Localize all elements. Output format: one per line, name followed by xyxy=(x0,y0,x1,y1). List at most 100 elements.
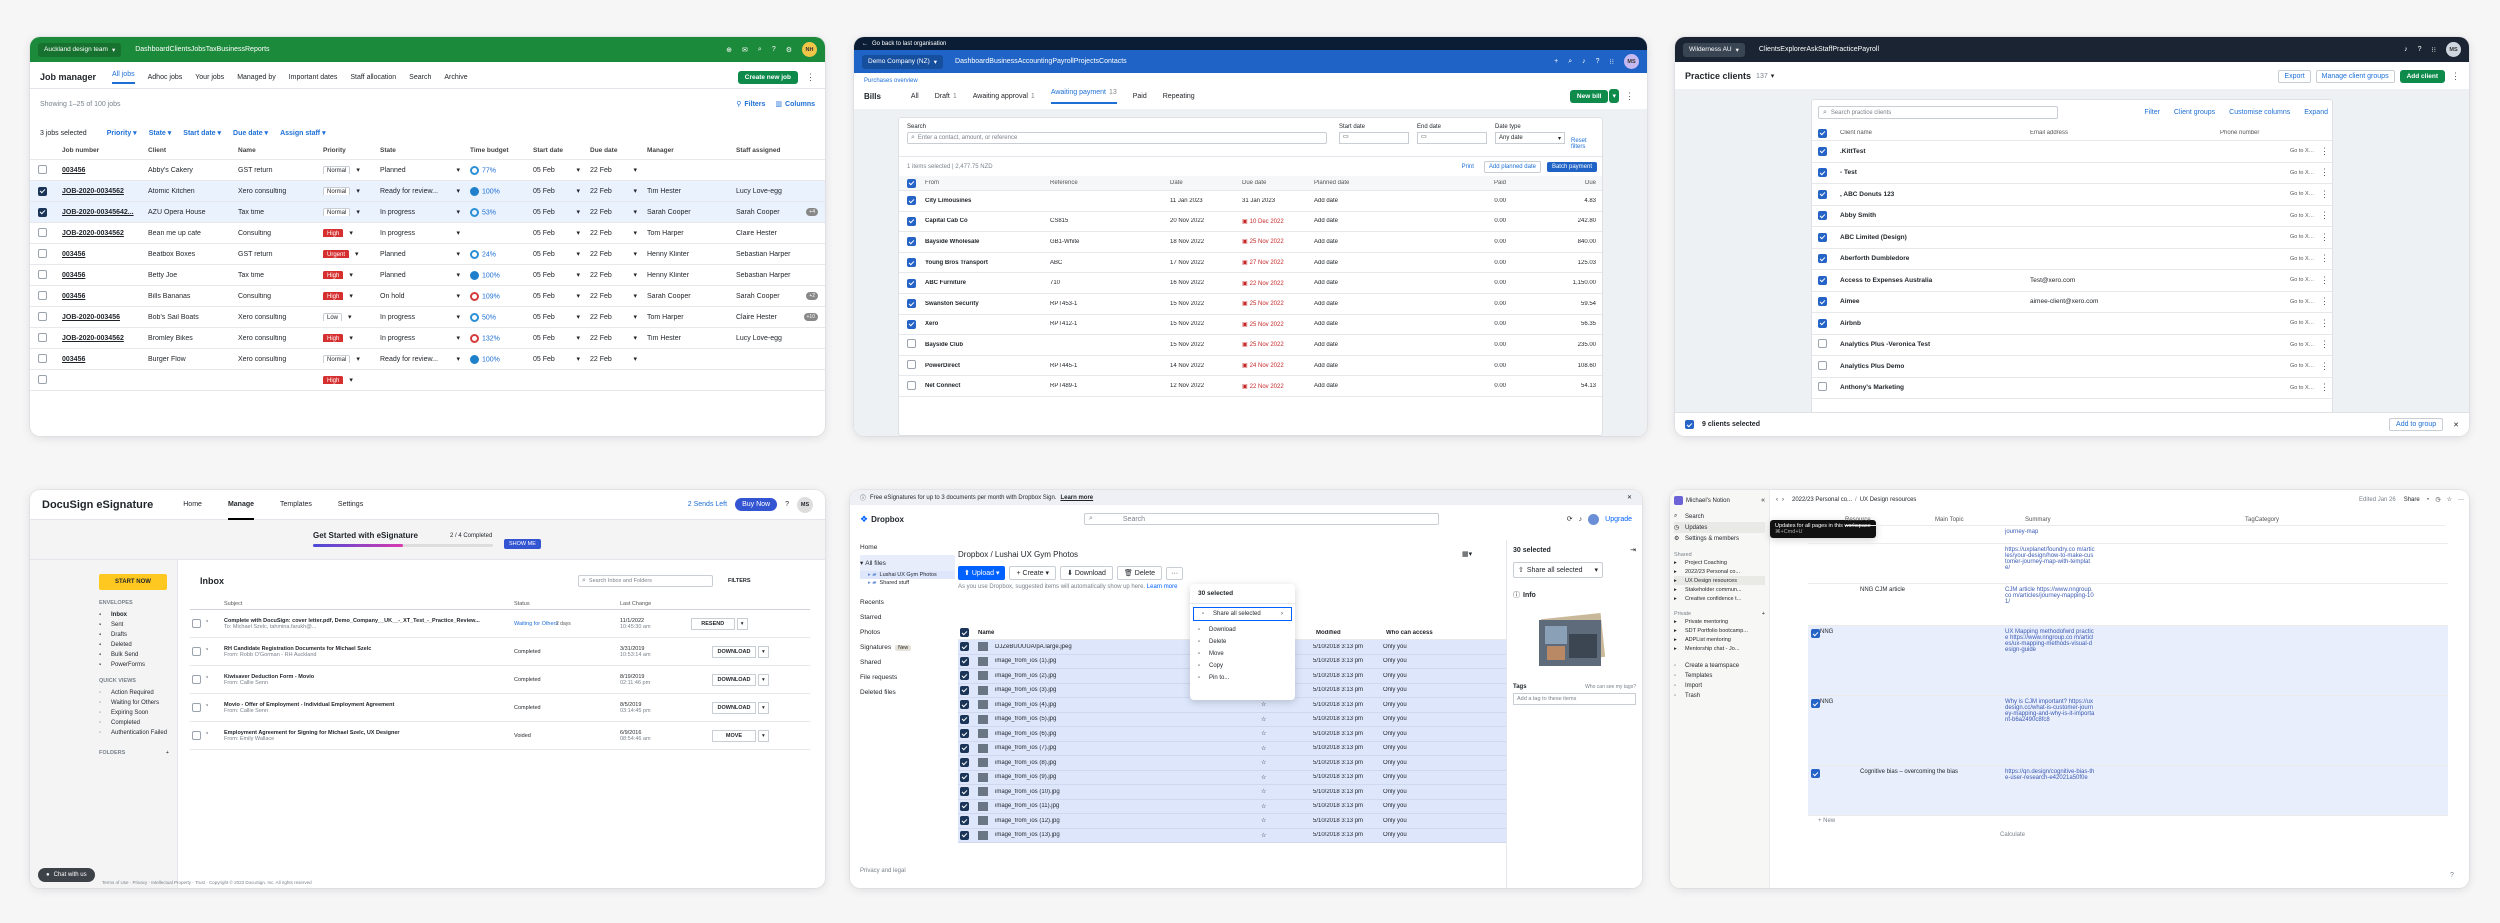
file-row[interactable]: image_from_ios (9).jpg ☆ 5/10/2018 3:13 pm… xyxy=(958,770,1506,785)
row-checkbox[interactable] xyxy=(1818,360,1827,370)
nav-contacts[interactable]: Contacts xyxy=(1099,58,1127,65)
sends-left-link[interactable]: 2 Sends Left xyxy=(688,501,727,508)
state-select[interactable]: In progress ▾ xyxy=(376,229,466,238)
row-checkbox[interactable] xyxy=(1818,232,1827,242)
star-icon[interactable]: ☆ xyxy=(2447,496,2452,503)
menu-item-copy[interactable]: ▫ Copy xyxy=(1190,660,1295,672)
add-client-button[interactable]: Add client xyxy=(2399,69,2445,83)
filters-button[interactable]: Filters xyxy=(744,101,765,108)
start-now-button[interactable]: START NOW xyxy=(99,574,167,590)
chip-priority[interactable]: Priority ▾ xyxy=(107,129,137,137)
nav-settings[interactable]: Settings xyxy=(338,501,363,508)
row-checkbox[interactable] xyxy=(38,164,47,174)
inbox-search[interactable]: ⌕ Search Inbox and Folders xyxy=(578,575,713,587)
file-name[interactable]: image_from_ios (7).jpg xyxy=(991,745,1261,751)
col-header-client[interactable]: Client xyxy=(144,147,234,154)
row-checkbox[interactable] xyxy=(192,675,201,684)
job-number-link[interactable]: 003456 xyxy=(58,167,144,174)
row-checkbox[interactable] xyxy=(960,729,969,739)
star-icon[interactable]: ☆ xyxy=(1261,803,1309,810)
more-button[interactable]: ··· xyxy=(1166,566,1184,580)
file-name[interactable]: image_from_ios (12).jpg xyxy=(991,818,1261,824)
row-checkbox[interactable] xyxy=(1818,318,1827,328)
breadcrumb-2[interactable]: UX Design resources xyxy=(1860,497,1917,503)
sidebar-item-powerforms[interactable]: ▪ PowerForms xyxy=(99,660,177,670)
summary-cell[interactable]: UX Mapping methodofwrd practice https://… xyxy=(2005,626,2095,696)
more-icon[interactable] xyxy=(2320,296,2329,307)
row-checkbox[interactable] xyxy=(960,714,969,724)
table-row[interactable]: Swanston Security RPT453-1 15 Nov 2022 ▣ 25 … xyxy=(899,294,1602,315)
tab-adhoc-jobs[interactable]: Adhoc jobs xyxy=(148,74,183,81)
col-header-email-address[interactable]: Email address xyxy=(2026,130,2216,136)
start-date-input[interactable]: ▭ xyxy=(1339,132,1409,144)
forward-arrow-icon[interactable]: › xyxy=(1782,497,1784,503)
col-header-start-date[interactable]: Start date xyxy=(529,147,586,154)
nav-reports[interactable]: Reports xyxy=(245,46,270,53)
buy-now-button[interactable]: Buy Now xyxy=(735,498,778,511)
row-checkbox[interactable] xyxy=(1811,769,1820,778)
sidebar-item-search[interactable]: ⌕ Search xyxy=(1674,511,1765,522)
subject-link[interactable]: Complete with DocuSign: cover letter.pdf… xyxy=(224,618,510,624)
from-cell[interactable]: PowerDirect xyxy=(921,363,1046,369)
table-row[interactable]: ABC Limited (Design) Go to Xero xyxy=(1812,227,2332,249)
docusign-logo[interactable]: DocuSign eSignature xyxy=(42,499,153,511)
download-button[interactable]: DOWNLOAD xyxy=(712,673,756,686)
table-row[interactable]: NNG Why is CJM important? https://uxdesig… xyxy=(1808,696,2448,766)
mail-icon[interactable]: ✉ xyxy=(742,46,748,54)
quick-view-authentication-failed[interactable]: ◦ Authentication Failed xyxy=(99,728,177,738)
row-checkbox[interactable] xyxy=(1818,254,1827,264)
nav-tax[interactable]: Tax xyxy=(206,46,217,53)
start-date-select[interactable]: 05 Feb ▾ xyxy=(529,292,586,301)
file-name[interactable]: image_from_ios (11).jpg xyxy=(991,803,1261,809)
file-row[interactable]: image_from_ios (5).jpg ☆ 5/10/2018 3:13 pm… xyxy=(958,712,1506,727)
file-name[interactable]: image_from_ios (5).jpg xyxy=(991,716,1261,722)
add-planned-date-button[interactable]: Add planned date xyxy=(1483,161,1541,173)
select-all-checkbox[interactable] xyxy=(907,178,916,188)
state-select[interactable]: Planned ▾ xyxy=(376,271,466,280)
table-row[interactable]: Access to Expenses Australia Test@xero.co… xyxy=(1812,270,2332,292)
row-checkbox[interactable] xyxy=(1818,339,1827,349)
row-checkbox[interactable] xyxy=(192,647,201,656)
nav-dashboard[interactable]: Dashboard xyxy=(135,46,169,53)
client-name-link[interactable]: ABC Limited (Design) xyxy=(1836,234,2026,241)
add-date-link[interactable]: Add date xyxy=(1310,342,1420,348)
job-number-link[interactable]: 003456 xyxy=(58,251,144,258)
menu-item-move[interactable]: ▫ Move xyxy=(1190,648,1295,660)
row-checkbox[interactable] xyxy=(960,685,969,695)
workspace-name[interactable]: Michael's Notion xyxy=(1686,498,1730,504)
more-icon[interactable] xyxy=(2320,318,2329,329)
table-row[interactable]: Aimee aimee-client@xero.com Go to Xero xyxy=(1812,292,2332,313)
table-row[interactable]: Airbnb Go to Xero xyxy=(1812,313,2332,335)
add-date-link[interactable]: Add date xyxy=(1310,280,1420,286)
row-checkbox[interactable] xyxy=(960,642,969,652)
more-icon[interactable] xyxy=(2320,189,2329,200)
client-name-link[interactable]: Aimee xyxy=(1836,298,2026,305)
tab-repeating[interactable]: Repeating xyxy=(1163,93,1195,100)
row-checkbox[interactable] xyxy=(960,656,969,666)
col-header-who-can-access[interactable]: Who can access xyxy=(1382,630,1472,636)
avatar[interactable]: MS xyxy=(1624,54,1639,69)
nav-home[interactable]: Home xyxy=(183,501,202,508)
page-creative-confidence-t[interactable]: ▸ Creative confidence t... xyxy=(1674,594,1765,603)
row-checkbox[interactable] xyxy=(192,731,201,740)
batch-payment-button[interactable]: Batch payment xyxy=(1546,162,1597,172)
create-job-button[interactable]: Create new job xyxy=(737,70,798,84)
table-row[interactable]: NNG UX Mapping methodofwrd practice https… xyxy=(1808,626,2448,696)
file-row[interactable]: image_from_ios (4).jpg ☆ 5/10/2018 3:13 pm… xyxy=(958,698,1506,713)
priority-select[interactable]: High xyxy=(323,334,344,342)
go-to-xero-link[interactable]: Go to Xero xyxy=(2286,277,2316,283)
state-select[interactable]: In progress ▾ xyxy=(376,208,466,217)
page-2022-23-personal-co[interactable]: ▸ 2022/23 Personal co... xyxy=(1674,567,1765,576)
page-private-mentoring[interactable]: ▸ Private mentoring xyxy=(1674,617,1765,626)
nav-manage[interactable]: Manage xyxy=(227,490,254,520)
more-icon[interactable] xyxy=(1625,91,1634,102)
row-checkbox[interactable] xyxy=(960,801,969,811)
client-name-link[interactable]: , ABC Donuts 123 xyxy=(1836,191,2026,198)
select-all-checkbox[interactable] xyxy=(1685,420,1694,429)
learn-more-link[interactable]: Learn more xyxy=(1060,495,1093,501)
state-select[interactable]: Planned ▾ xyxy=(376,166,466,175)
go-to-xero-link[interactable]: Go to Xero xyxy=(2286,148,2316,154)
quick-view-completed[interactable]: ◦ Completed xyxy=(99,718,177,728)
client-name-link[interactable]: Airbnb xyxy=(1836,320,2026,327)
table-row[interactable]: Analytics Plus -Veronica Test Go to Xero xyxy=(1812,335,2332,356)
